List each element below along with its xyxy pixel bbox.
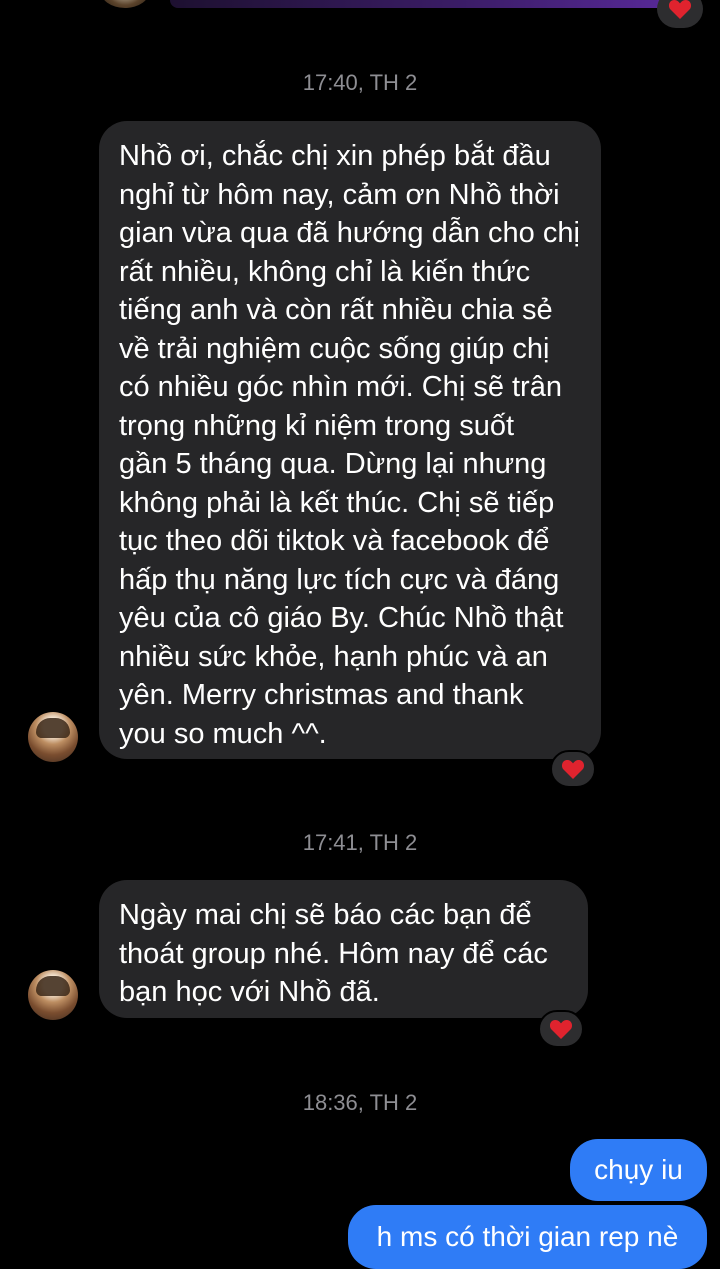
previous-avatar[interactable] <box>100 0 150 8</box>
message-line: về trải nghiệm cuộc sống giúp chị <box>119 332 550 365</box>
message-text: chụy iu <box>594 1154 683 1185</box>
outgoing-message-bubble[interactable]: chụy iu <box>570 1139 707 1201</box>
red-heart-icon <box>561 760 585 779</box>
message-line: you so much ^^. <box>119 717 327 750</box>
message-line: trọng những kỉ niệm trong suốt <box>119 409 515 442</box>
message-line: yêu của cô giáo By. Chúc Nhồ thật <box>119 602 564 634</box>
message-line: thoát group nhé. Hôm nay để các <box>119 937 548 970</box>
previous-reaction[interactable] <box>657 0 703 28</box>
message-line: nhiều sức khỏe, hạnh phúc và an <box>119 640 548 673</box>
message-line: Ngày mai chị sẽ báo các bạn để <box>119 899 532 931</box>
incoming-message-bubble[interactable]: Nhồ ơi, chắc chị xin phép bắt đầu nghỉ t… <box>99 121 601 759</box>
incoming-message-bubble[interactable]: Ngày mai chị sẽ báo các bạn để thoát gro… <box>99 880 588 1018</box>
message-reaction[interactable] <box>550 750 596 788</box>
message-line: gian vừa qua đã hướng dẫn cho chị <box>119 217 580 249</box>
message-line: hấp thụ năng lực tích cực và đáng <box>119 563 560 596</box>
timestamp: 17:41, TH 2 <box>302 830 418 855</box>
message-text: h ms có thời gian rep nè <box>376 1221 679 1252</box>
message-line: nghỉ từ hôm nay, cảm ơn Nhồ thời <box>119 178 560 211</box>
red-heart-icon <box>549 1020 573 1039</box>
message-line: Nhồ ơi, chắc chị xin phép bắt đầu <box>119 140 551 172</box>
message-line: rất nhiều, không chỉ là kiến thức <box>119 255 531 288</box>
message-reaction[interactable] <box>538 1010 584 1048</box>
previous-message-bubble[interactable] <box>170 0 690 8</box>
red-heart-icon <box>668 0 692 19</box>
message-line: có nhiều góc nhìn mới. Chị sẽ trân <box>119 371 562 403</box>
message-line: yên. Merry christmas and thank <box>119 679 524 711</box>
outgoing-message-bubble[interactable]: h ms có thời gian rep nè <box>348 1205 707 1269</box>
timestamp: 18:36, TH 2 <box>302 1090 418 1115</box>
timestamp: 17:40, TH 2 <box>302 70 418 95</box>
message-line: tiếng anh và còn rất nhiều chia sẻ <box>119 294 553 326</box>
sender-avatar[interactable] <box>28 970 78 1020</box>
message-line: không phải là kết thúc. Chị sẽ tiếp <box>119 486 555 519</box>
message-line: gần 5 tháng qua. Dừng lại nhưng <box>119 448 547 480</box>
sender-avatar[interactable] <box>28 712 78 762</box>
message-line: bạn học với Nhồ đã. <box>119 976 380 1008</box>
message-line: tục theo dõi tiktok và facebook để <box>119 525 550 557</box>
